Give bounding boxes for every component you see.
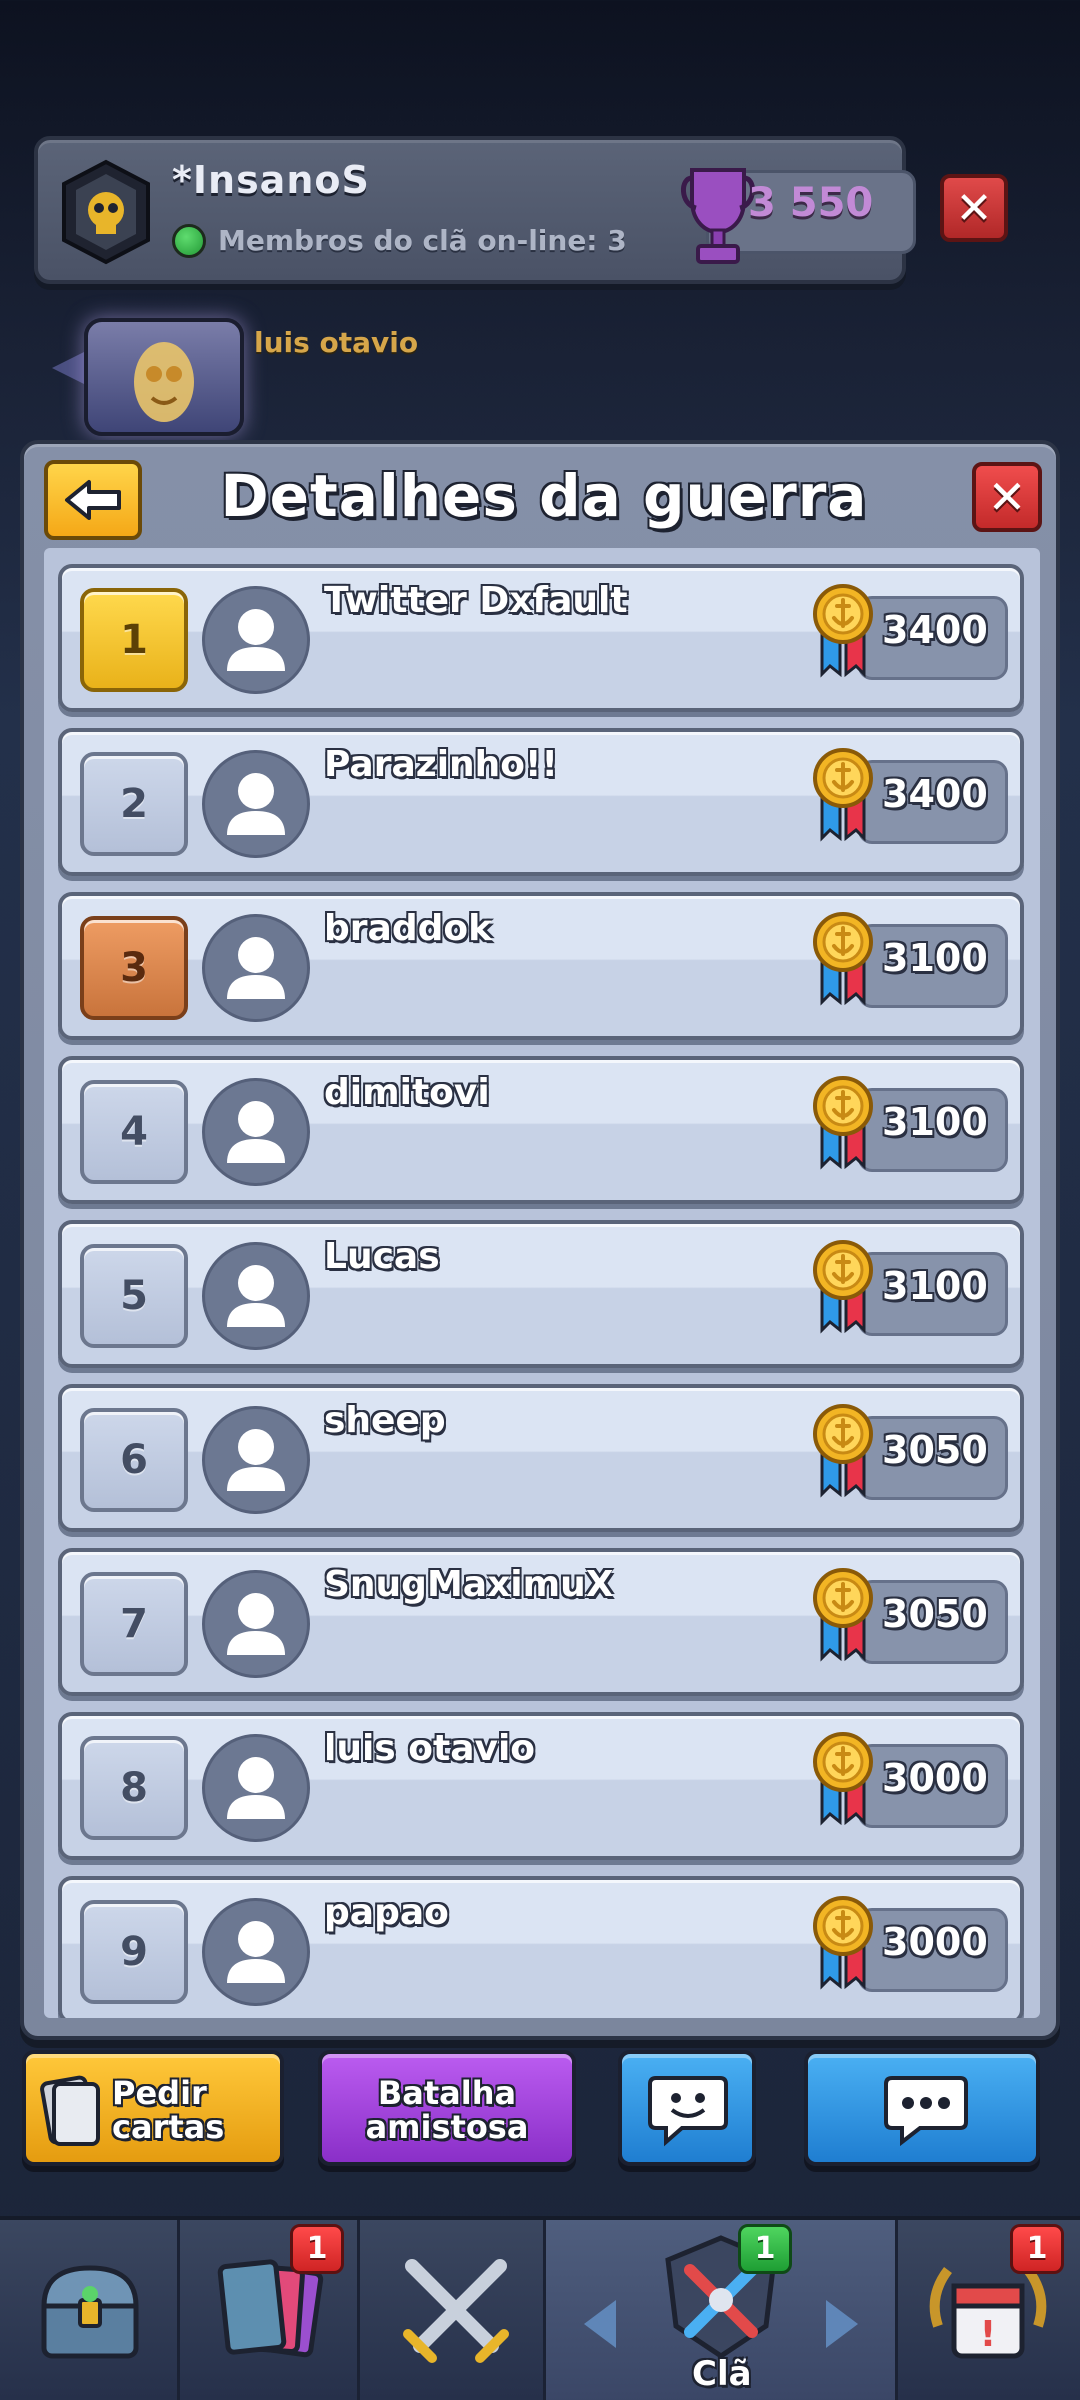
friendly-battle-label-2: amistosa [365, 2108, 529, 2146]
player-row[interactable]: 3 braddok 3100 [58, 892, 1024, 1040]
player-score: 3100 [882, 936, 988, 980]
medal-icon [808, 1238, 878, 1334]
request-cards-button[interactable]: Pedir cartas [22, 2050, 284, 2166]
player-name: Lucas [324, 1236, 440, 1277]
player-name: dimitovi [324, 1072, 490, 1113]
player-row[interactable]: 4 dimitovi 3100 [58, 1056, 1024, 1204]
medal-icon [808, 1402, 878, 1498]
player-name: sheep [324, 1400, 446, 1441]
clan-notification-badge: 1 [738, 2224, 792, 2274]
player-name: SnugMaximuX [324, 1564, 614, 1605]
friendly-battle-label-1: Batalha [377, 2074, 517, 2112]
rank-badge: 8 [80, 1736, 188, 1840]
request-cards-label-2: cartas [112, 2108, 225, 2146]
player-avatar-icon [202, 1898, 310, 2006]
clan-name: *InsanoS [172, 158, 370, 202]
player-avatar-icon [202, 914, 310, 1022]
medal-icon [808, 1730, 878, 1826]
player-avatar-icon [202, 1242, 310, 1350]
smiley-chat-icon [648, 2076, 728, 2147]
rank-badge: 7 [80, 1572, 188, 1676]
player-row[interactable]: 2 Parazinho!! 3400 [58, 728, 1024, 876]
chat-button[interactable] [804, 2050, 1040, 2166]
rank-badge: 3 [80, 916, 188, 1020]
medal-icon [808, 1566, 878, 1662]
chat-sender-name: luis otavio [254, 326, 419, 359]
player-name: luis otavio [324, 1728, 536, 1769]
nav-right-arrow-icon[interactable] [826, 2300, 858, 2348]
nav-clan-label: Clã [692, 2354, 752, 2394]
nav-battle-tab[interactable] [360, 2220, 546, 2400]
nav-clan-tab[interactable]: 1 Clã [546, 2220, 898, 2400]
player-score: 3400 [882, 772, 988, 816]
player-avatar-icon [202, 1406, 310, 1514]
player-name: Twitter Dxfault [324, 580, 628, 621]
medal-icon [808, 746, 878, 842]
close-icon[interactable]: ✕ [940, 174, 1008, 242]
player-avatar-icon [202, 586, 310, 694]
player-score: 3100 [882, 1100, 988, 1144]
request-cards-label-1: Pedir [112, 2074, 207, 2112]
player-name: papao [324, 1892, 449, 1933]
crossed-swords-icon [403, 2259, 509, 2363]
chat-bubble-tail [52, 350, 88, 386]
nav-shop-tab[interactable] [0, 2220, 180, 2400]
player-row[interactable]: 5 Lucas 3100 [58, 1220, 1024, 1368]
clan-header[interactable]: *InsanoS Membros do clã on-line: 3 3 550 [34, 136, 916, 284]
player-avatar-icon [202, 1734, 310, 1842]
chat-bubble-icon [884, 2076, 968, 2147]
chat-emote-avatar [84, 318, 244, 436]
rank-badge: 1 [80, 588, 188, 692]
player-score: 3400 [882, 608, 988, 652]
bottom-nav: 1 1 Clã ! 1 [0, 2216, 1080, 2400]
online-members-text: Membros do clã on-line: 3 [218, 224, 627, 257]
events-calendar-icon: ! [929, 2266, 1047, 2359]
player-row[interactable]: 8 luis otavio 3000 [58, 1712, 1024, 1860]
player-name: braddok [324, 908, 493, 949]
panel-close-button[interactable]: ✕ [972, 462, 1042, 532]
player-name: Parazinho!! [324, 744, 558, 785]
nav-cards-tab[interactable]: 1 [180, 2220, 360, 2400]
player-avatar-icon [202, 750, 310, 858]
cards-notification-badge: 1 [290, 2224, 344, 2274]
player-score: 3050 [882, 1428, 988, 1472]
player-score: 3000 [882, 1920, 988, 1964]
friendly-battle-button[interactable]: Batalha amistosa [318, 2050, 576, 2166]
panel-title: Detalhes da guerra [220, 462, 868, 530]
events-notification-badge: 1 [1010, 2224, 1064, 2274]
emote-button[interactable] [618, 2050, 756, 2166]
rank-badge: 4 [80, 1080, 188, 1184]
cards-icon [40, 2075, 100, 2146]
medal-icon [808, 1074, 878, 1170]
player-row[interactable]: 9 papao 3000 [58, 1876, 1024, 2018]
rank-badge: 6 [80, 1408, 188, 1512]
treasure-chest-icon [41, 2265, 139, 2359]
medal-icon [808, 582, 878, 678]
nav-left-arrow-icon[interactable] [584, 2300, 616, 2348]
rank-badge: 2 [80, 752, 188, 856]
trophy-icon [678, 160, 758, 270]
player-list[interactable]: 1 Twitter Dxfault 3400 2 Parazinho!! 3400 3 bra… [44, 548, 1040, 2018]
player-row[interactable]: 6 sheep 3050 [58, 1384, 1024, 1532]
player-row[interactable]: 1 Twitter Dxfault 3400 [58, 564, 1024, 712]
player-avatar-icon [202, 1570, 310, 1678]
player-avatar-icon [202, 1078, 310, 1186]
rank-badge: 9 [80, 1900, 188, 2004]
online-status-icon [172, 224, 206, 258]
clan-trophy-count: 3 550 [748, 180, 874, 226]
medal-icon [808, 1894, 878, 1990]
rank-badge: 5 [80, 1244, 188, 1348]
svg-text:!: ! [980, 2314, 996, 2355]
medal-icon [808, 910, 878, 1006]
nav-events-tab[interactable]: ! 1 [898, 2220, 1080, 2400]
player-score: 3100 [882, 1264, 988, 1308]
player-row[interactable]: 7 SnugMaximuX 3050 [58, 1548, 1024, 1696]
player-score: 3050 [882, 1592, 988, 1636]
war-details-panel: Detalhes da guerra ✕ 1 Twitter Dxfault 340… [20, 440, 1060, 2040]
player-score: 3000 [882, 1756, 988, 1800]
clan-badge-icon [58, 158, 154, 266]
